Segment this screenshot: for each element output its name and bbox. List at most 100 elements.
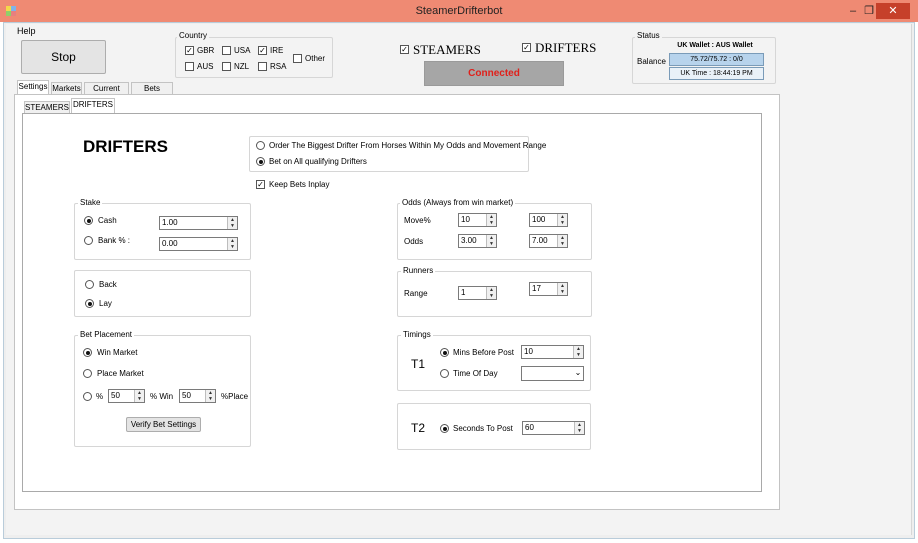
status-legend: Status [635,31,662,40]
mins-spinner[interactable]: ▲ ▼ [573,346,583,358]
other-label: Other [305,54,326,63]
tab-current-bets[interactable]: Current Bets [84,82,129,104]
cash-spinner[interactable]: ▲ ▼ [227,217,237,229]
place-pct-spinner[interactable]: ▲ ▼ [205,390,215,402]
percent-label: % [96,392,104,401]
move-min-spinner[interactable]: ▲ ▼ [486,214,496,226]
aus-checkbox[interactable] [185,62,194,71]
gbr-checkbox[interactable]: ✓ [185,46,194,55]
bank-spinner[interactable]: ▲ ▼ [227,238,237,250]
bank-value: 0.00 [162,239,178,248]
odds-legend: Odds (Always from win market) [400,198,516,207]
place-pct-value: 50 [182,391,191,400]
stake-group [74,203,251,260]
t1-label: T1 [411,357,426,371]
range-min-value: 1 [461,288,466,297]
place-pct-label: %Place [221,392,249,401]
move-min-value: 10 [461,215,470,224]
seconds-spinner[interactable]: ▲ ▼ [574,422,584,434]
win-market-label: Win Market [97,348,138,357]
other-checkbox[interactable] [293,54,302,63]
stop-button[interactable]: Stop [21,40,106,74]
balance-label: Balance [637,57,666,66]
uk-time: UK Time : 18:44:19 PM [669,67,764,80]
window-title: SteamerDrifterbot [415,5,503,17]
t2-label: T2 [411,421,426,435]
runners-legend: Runners [401,266,436,275]
range-max-spinner[interactable]: ▲ ▼ [557,283,567,295]
verify-bet-settings-button[interactable]: Verify Bet Settings [126,417,201,432]
aus-label: AUS [197,62,214,71]
win-pct-spinner[interactable]: ▲ ▼ [134,390,144,402]
connection-status: Connected [424,61,564,86]
bet-placement-legend: Bet Placement [78,330,135,339]
range-label: Range [404,289,428,298]
seconds-to-post-radio[interactable] [440,424,449,433]
order-biggest-label: Order The Biggest Drifter From Horses Wi… [269,141,547,150]
timings-legend: Timings [401,330,433,339]
cash-radio[interactable] [84,216,93,225]
nzl-checkbox[interactable] [222,62,231,71]
nzl-label: NZL [234,62,250,71]
seconds-value: 60 [525,423,534,432]
move-max-value: 100 [532,215,546,224]
tab-bets-history[interactable]: Bets History [131,82,173,104]
gbr-label: GBR [197,46,215,55]
back-label: Back [99,280,117,289]
odds-group [397,203,592,260]
steamers-checkbox[interactable]: ✓ [400,45,409,54]
time-of-day-label: Time Of Day [453,369,498,378]
minimize-button[interactable]: – [846,4,860,19]
mins-before-post-radio[interactable] [440,348,449,357]
chevron-down-icon[interactable]: ⌄ [573,368,583,377]
tab-settings[interactable]: Settings [17,80,49,94]
place-market-radio[interactable] [83,369,92,378]
lay-radio[interactable] [85,299,94,308]
steamers-label: STEAMERS [413,42,481,57]
balance-value: 75.72/75.72 : 0/0 [669,53,764,66]
usa-label: USA [234,46,251,55]
win-pct-label: % Win [150,392,174,401]
range-min-spinner[interactable]: ▲ ▼ [486,287,496,299]
stake-legend: Stake [78,198,103,207]
time-of-day-radio[interactable] [440,369,449,378]
odds-label: Odds [404,237,424,246]
odds-min-value: 3.00 [461,236,477,245]
rsa-label: RSA [270,62,287,71]
bet-all-radio[interactable] [256,157,265,166]
keep-inplay-checkbox[interactable]: ✓ [256,180,265,189]
country-legend: Country [177,31,210,40]
mins-before-post-label: Mins Before Post [453,348,514,357]
drifters-label: DRIFTERS [535,40,597,55]
usa-checkbox[interactable] [222,46,231,55]
odds-max-value: 7.00 [532,236,548,245]
drifters-checkbox[interactable]: ✓ [522,43,531,52]
range-max-value: 17 [532,284,541,293]
tab-markets[interactable]: Markets [51,82,82,94]
odds-max-spinner[interactable]: ▲ ▼ [557,235,567,247]
tab-drifters[interactable]: DRIFTERS [71,98,115,113]
move-label: Move% [404,216,431,225]
percent-radio[interactable] [83,392,92,401]
drifters-heading: DRIFTERS [83,137,168,156]
win-pct-value: 50 [111,391,120,400]
win-market-radio[interactable] [83,348,92,357]
order-biggest-radio[interactable] [256,141,265,150]
place-market-label: Place Market [97,369,144,378]
bank-radio[interactable] [84,236,93,245]
back-radio[interactable] [85,280,94,289]
restore-button[interactable]: ❐ [862,4,876,19]
side-group [74,270,251,317]
close-button[interactable]: ✕ [876,3,910,19]
rsa-checkbox[interactable] [258,62,267,71]
bet-all-label: Bet on All qualifying Drifters [269,157,367,166]
cash-label: Cash [98,216,117,225]
menu-help[interactable]: Help [17,26,36,36]
cash-value: 1.00 [162,218,178,227]
odds-min-spinner[interactable]: ▲ ▼ [486,235,496,247]
tab-steamers[interactable]: STEAMERS [24,101,70,113]
ire-checkbox[interactable]: ✓ [258,46,267,55]
wallet-header: UK Wallet : AUS Wallet [677,42,753,49]
move-max-spinner[interactable]: ▲ ▼ [557,214,567,226]
seconds-to-post-label: Seconds To Post [453,424,513,433]
